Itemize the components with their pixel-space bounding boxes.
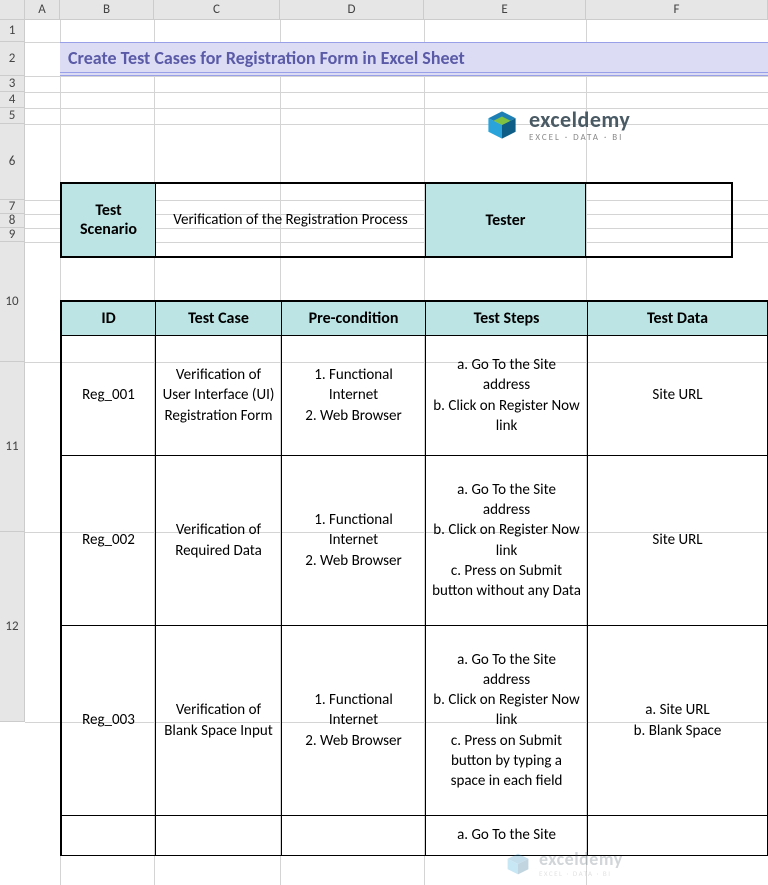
table-header-row: ID Test Case Pre-condition Test Steps Te… xyxy=(62,302,768,336)
tester-value[interactable] xyxy=(586,184,731,256)
brand-logo: exceldemy EXCEL · DATA · BI xyxy=(485,108,630,142)
row-header-10[interactable]: 10 xyxy=(0,242,25,362)
brand-name: exceldemy xyxy=(529,109,630,131)
cell-case[interactable]: Verification of Blank Space Input xyxy=(156,626,282,816)
sheet-title: Create Test Cases for Registration Form … xyxy=(60,42,768,76)
row-header-3[interactable]: 3 xyxy=(0,76,25,92)
col-id[interactable]: ID xyxy=(62,302,156,336)
col-pre[interactable]: Pre-condition xyxy=(282,302,426,336)
scenario-label: Test Scenario xyxy=(62,184,156,256)
select-all-corner[interactable] xyxy=(0,0,25,20)
row-header-5[interactable]: 5 xyxy=(0,108,25,124)
cell-id[interactable]: Reg_003 xyxy=(62,626,156,816)
scenario-value[interactable]: Verification of the Registration Process xyxy=(156,184,426,256)
col-header-A[interactable]: A xyxy=(25,0,60,20)
table-row: a. Go To the Site xyxy=(62,816,768,856)
col-data[interactable]: Test Data xyxy=(588,302,768,336)
column-headers: ABCDEF xyxy=(25,0,768,20)
cube-icon xyxy=(505,851,531,877)
cell-pre[interactable]: 1. Functional Internet 2. Web Browser xyxy=(282,456,426,626)
col-steps[interactable]: Test Steps xyxy=(426,302,588,336)
row-headers: 123456789101112 xyxy=(0,20,25,722)
brand-tagline: EXCEL · DATA · BI xyxy=(539,870,623,877)
col-header-D[interactable]: D xyxy=(280,0,424,20)
col-header-B[interactable]: B xyxy=(60,0,154,20)
cell-id[interactable] xyxy=(62,816,156,856)
cell-case[interactable]: Verification of Required Data xyxy=(156,456,282,626)
cell-data[interactable]: Site URL xyxy=(588,456,768,626)
row-header-2[interactable]: 2 xyxy=(0,42,25,76)
tester-label: Tester xyxy=(426,184,586,256)
col-header-F[interactable]: F xyxy=(586,0,768,20)
table-row: Reg_003Verification of Blank Space Input… xyxy=(62,626,768,816)
row-header-4[interactable]: 4 xyxy=(0,92,25,108)
cell-pre[interactable] xyxy=(282,816,426,856)
cell-case[interactable] xyxy=(156,816,282,856)
cell-data[interactable]: a. Site URL b. Blank Space xyxy=(588,626,768,816)
row-header-11[interactable]: 11 xyxy=(0,362,25,532)
cell-steps[interactable]: a. Go To the Site address b. Click on Re… xyxy=(426,626,588,816)
col-header-C[interactable]: C xyxy=(154,0,280,20)
table-row: Reg_002Verification of Required Data1. F… xyxy=(62,456,768,626)
cell-data[interactable]: Site URL xyxy=(588,336,768,456)
row-header-8[interactable]: 8 xyxy=(0,214,25,228)
row-header-7[interactable]: 7 xyxy=(0,200,25,214)
testcase-table: ID Test Case Pre-condition Test Steps Te… xyxy=(60,300,768,856)
watermark-logo: exceldemy EXCEL · DATA · BI xyxy=(505,850,623,877)
table-row: Reg_001Verification of User Interface (U… xyxy=(62,336,768,456)
cell-steps[interactable]: a. Go To the Site address b. Click on Re… xyxy=(426,336,588,456)
cell-id[interactable]: Reg_001 xyxy=(62,336,156,456)
cell-pre[interactable]: 1. Functional Internet 2. Web Browser xyxy=(282,626,426,816)
cube-icon xyxy=(485,108,519,142)
cell-pre[interactable]: 1. Functional Internet 2. Web Browser xyxy=(282,336,426,456)
cell-case[interactable]: Verification of User Interface (UI) Regi… xyxy=(156,336,282,456)
row-header-12[interactable]: 12 xyxy=(0,532,25,722)
scenario-box: Test Scenario Verification of the Regist… xyxy=(60,182,733,258)
row-header-6[interactable]: 6 xyxy=(0,124,25,200)
cell-steps[interactable]: a. Go To the Site address b. Click on Re… xyxy=(426,456,588,626)
col-case[interactable]: Test Case xyxy=(156,302,282,336)
col-header-E[interactable]: E xyxy=(424,0,586,20)
row-header-9[interactable]: 9 xyxy=(0,228,25,242)
row-header-1[interactable]: 1 xyxy=(0,20,25,42)
worksheet-grid[interactable]: Create Test Cases for Registration Form … xyxy=(25,20,768,885)
brand-tagline: EXCEL · DATA · BI xyxy=(529,133,630,142)
cell-id[interactable]: Reg_002 xyxy=(62,456,156,626)
brand-name: exceldemy xyxy=(539,850,623,868)
